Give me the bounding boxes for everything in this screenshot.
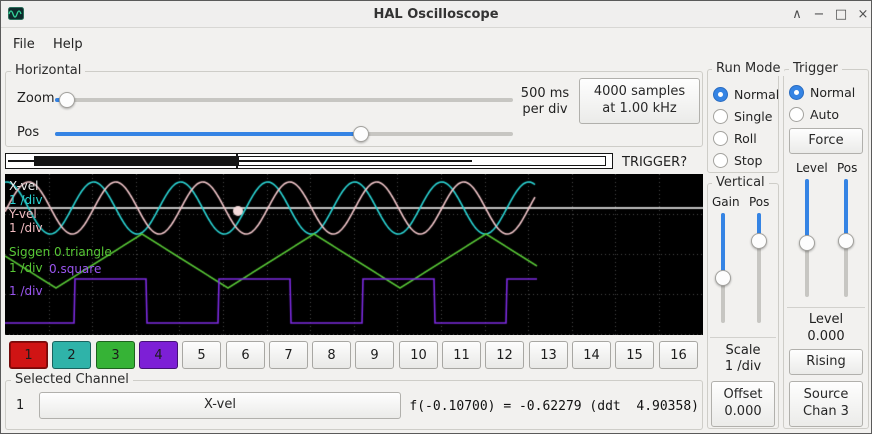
channel-button-11[interactable]: 11 [442,341,481,369]
vertical-gain-label: Gain [712,195,740,209]
maximize-button[interactable]: □ [831,1,851,28]
trigger-level-slider-fill [805,179,809,243]
trigger-group-label: Trigger [789,61,842,76]
trigger-level-slider-label: Level [796,161,828,175]
trigbar-trigger-mark[interactable] [236,154,238,168]
time-per-div: 500 ms per div [515,86,575,118]
zoom-slider-thumb[interactable] [59,92,75,108]
radio-icon [713,109,728,124]
run-mode-option-normal[interactable]: Normal [713,87,779,102]
pos-slider-thumb[interactable] [353,126,369,142]
vertical-pos-slider-thumb[interactable] [751,233,767,249]
window-title: HAL Oscilloscope [1,7,871,22]
radio-label: Roll [734,131,757,146]
scope-channel-label: 1 /div [9,193,43,207]
radio-icon [789,85,804,100]
channel-button-6[interactable]: 6 [226,341,265,369]
vertical-gain-slider-fill [721,213,725,278]
radio-icon [713,131,728,146]
trigger-slope-button[interactable]: Rising [789,349,863,375]
time-per-div-unit: per div [515,102,575,118]
force-button[interactable]: Force [789,128,863,154]
menu-file[interactable]: File [5,34,43,55]
app-window: HAL Oscilloscope ∧ − □ × File Help Horiz… [0,0,872,434]
channel-button-8[interactable]: 8 [312,341,351,369]
time-per-div-value: 500 ms [515,86,575,102]
channel-button-16[interactable]: 16 [659,341,698,369]
zoom-label: Zoom [17,91,54,106]
menu-help[interactable]: Help [45,34,91,55]
scope: X-vel1 /divY-vel1 /divSiggen 0.triangle1… [5,174,703,335]
trigger-mode-option-auto[interactable]: Auto [789,107,839,122]
trigbar-filled-region [34,156,239,166]
channel-button-1[interactable]: 1 [9,341,48,369]
trigger-question-label: TRIGGER? [622,155,687,170]
scope-channel-label: 1 /div [9,261,43,275]
trigger-pos-slider-fill [844,179,848,241]
selected-channel-number: 1 [16,398,24,413]
trigger-level-value: 0.000 [783,329,869,344]
trigger-pos-slider-thumb[interactable] [838,233,854,249]
trigger-mode-option-normal[interactable]: Normal [789,85,855,100]
vertical-scale-caption: Scale [707,343,779,358]
trigger-source-button[interactable]: Source Chan 3 [789,381,863,427]
pos-slider-fill [55,132,361,136]
channel-button-2[interactable]: 2 [52,341,91,369]
titlebar[interactable]: HAL Oscilloscope ∧ − □ × [1,1,871,28]
channel-button-3[interactable]: 3 [96,341,135,369]
scope-channel-label: X-vel [9,179,38,193]
channel-button-5[interactable]: 5 [182,341,221,369]
radio-label: Normal [810,85,855,100]
channel-button-14[interactable]: 14 [572,341,611,369]
minimize-button[interactable]: − [809,1,829,28]
vertical-gain-slider-thumb[interactable] [715,270,731,286]
trigger-position-bar[interactable] [5,153,613,169]
run-mode-group-label: Run Mode [712,61,784,76]
channel-button-13[interactable]: 13 [529,341,568,369]
vertical-pos-label: Pos [749,195,769,209]
horizontal-group-label: Horizontal [11,63,85,78]
samples-button[interactable]: 4000 samples at 1.00 kHz [579,78,700,124]
vertical-separator [710,337,776,338]
scope-channel-label: 1 /div [9,221,43,235]
vertical-group-label: Vertical [712,175,769,190]
radio-icon [789,107,804,122]
pos-label: Pos [17,125,39,140]
shade-button[interactable]: ∧ [787,1,807,28]
channel-button-12[interactable]: 12 [485,341,524,369]
trigger-group [783,69,869,429]
radio-label: Stop [734,153,762,168]
channel-button-9[interactable]: 9 [355,341,394,369]
channel-readout: f(-0.10700) = -0.62279 (ddt 4.90358) [399,399,699,414]
channel-button-4[interactable]: 4 [139,341,178,369]
radio-icon [713,153,728,168]
channel-button-7[interactable]: 7 [269,341,308,369]
trigger-pos-slider-label: Pos [837,161,857,175]
vertical-offset-button[interactable]: Offset 0.000 [711,381,775,427]
scope-channel-label: 1 /div [9,284,43,298]
radio-label: Normal [734,87,779,102]
vertical-scale-value: 1 /div [707,359,779,374]
selected-channel-group-label: Selected Channel [11,372,133,387]
trigger-level-caption: Level [783,312,869,327]
radio-label: Auto [810,107,839,122]
run-mode-option-single[interactable]: Single [713,109,772,124]
channel-button-15[interactable]: 15 [615,341,654,369]
scope-channel-label: Siggen 0.triangle [9,245,112,259]
scope-channel-label: 0.square [49,262,101,276]
close-button[interactable]: × [853,1,872,28]
channel-button-10[interactable]: 10 [399,341,438,369]
channel-name-button[interactable]: X-vel [39,392,401,419]
zoom-slider[interactable] [55,98,513,102]
run-mode-option-roll[interactable]: Roll [713,131,757,146]
trigger-level-slider-thumb[interactable] [799,235,815,251]
scope-channel-label: Y-vel [9,207,37,221]
trigger-separator [787,307,865,308]
run-mode-option-stop[interactable]: Stop [713,153,762,168]
radio-label: Single [734,109,772,124]
radio-icon [713,87,728,102]
